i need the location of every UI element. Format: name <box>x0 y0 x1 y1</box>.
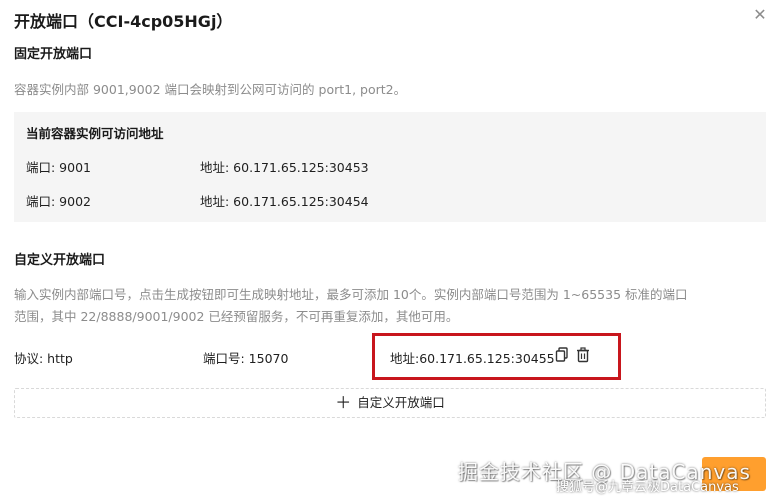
open-ports-dialog: 开放端口（CCI-4cp05HGj） ✕ 固定开放端口 容器实例内部 9001,… <box>0 0 777 499</box>
dialog-title: 开放端口（CCI-4cp05HGj） <box>14 12 233 31</box>
accessible-address-title: 当前容器实例可访问地址 <box>26 126 164 141</box>
custom-ports-heading: 自定义开放端口 <box>14 253 106 268</box>
add-custom-port-button[interactable]: ＋ 自定义开放端口 <box>14 388 766 418</box>
fixed-address-2: 地址: 60.171.65.125:30454 <box>200 194 369 209</box>
fixed-address-1: 地址: 60.171.65.125:30453 <box>200 160 369 175</box>
custom-ports-desc-1: 输入实例内部端口号，点击生成按钮即可生成映射地址，最多可添加 10个。实例内部端… <box>14 287 688 302</box>
custom-address: 地址:60.171.65.125:30455 <box>390 351 555 366</box>
watermark-secondary: 搜狐号@九章云极DataCanvas <box>556 480 739 495</box>
fixed-ports-panel: 当前容器实例可访问地址 端口: 9001 地址: 60.171.65.125:3… <box>14 112 766 222</box>
delete-icon[interactable] <box>576 347 590 363</box>
custom-ports-desc-2: 范围，其中 22/8888/9001/9002 已经预留服务，不可再重复添加，其… <box>14 309 459 324</box>
fixed-ports-heading: 固定开放端口 <box>14 47 93 62</box>
plus-icon: ＋ <box>335 393 352 412</box>
fixed-port-1: 端口: 9001 <box>26 160 91 175</box>
custom-port-number: 端口号: 15070 <box>203 351 289 366</box>
fixed-ports-note: 容器实例内部 9001,9002 端口会映射到公网可访问的 port1, por… <box>14 82 407 97</box>
custom-protocol: 协议: http <box>14 351 73 366</box>
fixed-port-2: 端口: 9002 <box>26 194 91 209</box>
add-custom-port-label: 自定义开放端口 <box>357 395 445 410</box>
copy-icon[interactable] <box>555 347 569 363</box>
close-icon[interactable]: ✕ <box>750 5 770 25</box>
